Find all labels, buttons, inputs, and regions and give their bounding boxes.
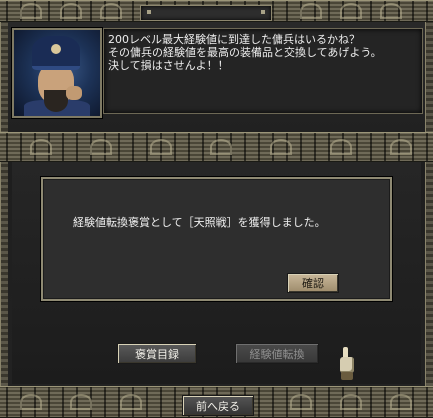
reward-list-button[interactable]: 褒賞目録 xyxy=(117,343,197,364)
npc-dialogue-box: 200レベル最大経験値に到達した傭兵はいるかね？ その傭兵の経験値を最高の装備品… xyxy=(103,28,423,114)
ornament-icon xyxy=(20,394,42,410)
portrait-hand xyxy=(66,86,82,100)
ornamental-band-middle xyxy=(0,132,433,162)
ornament-icon xyxy=(150,139,172,155)
ornament-icon xyxy=(90,139,112,155)
rivet-icon xyxy=(147,10,151,14)
ornament-icon xyxy=(380,3,402,19)
ornament-icon xyxy=(340,394,362,410)
ornament-icon xyxy=(20,3,42,19)
rivet-icon xyxy=(261,10,265,14)
hat-emblem-icon xyxy=(51,44,61,54)
npc-dialogue-text: 200レベル最大経験値に到達した傭兵はいるかね？ その傭兵の経験値を最高の装備品… xyxy=(108,33,382,72)
ornament-icon xyxy=(70,394,92,410)
ornament-icon xyxy=(340,3,362,19)
ornament-icon xyxy=(60,3,82,19)
frame-rail-right xyxy=(425,22,433,386)
ornament-icon xyxy=(30,139,52,155)
back-button[interactable]: 前へ戻る xyxy=(182,395,254,416)
reward-message: 経験値転換褒賞として［天照戦］を獲得しました。 xyxy=(73,216,326,229)
title-slot xyxy=(140,5,272,21)
ornament-icon xyxy=(300,3,322,19)
ornament-icon xyxy=(390,394,412,410)
cursor-palm xyxy=(340,357,354,373)
npc-portrait xyxy=(12,28,102,118)
portrait-beard xyxy=(44,90,68,112)
ornament-icon xyxy=(270,139,292,155)
gauntlet-cursor-icon xyxy=(336,347,358,381)
ornament-icon xyxy=(100,3,122,19)
ornament-icon xyxy=(390,139,412,155)
confirm-button[interactable]: 確認 xyxy=(287,273,339,293)
reward-dialog: 経験値転換褒賞として［天照戦］を獲得しました。 確認 xyxy=(41,177,392,301)
exp-exchange-button[interactable]: 経験値転換 xyxy=(235,343,319,364)
ornament-icon xyxy=(120,394,142,410)
frame-rail-left xyxy=(0,22,8,386)
ornament-icon xyxy=(210,139,232,155)
ornament-icon xyxy=(330,139,352,155)
ornament-icon xyxy=(290,394,312,410)
cursor-cuff xyxy=(341,372,353,380)
npc-exchange-window: 200レベル最大経験値に到達した傭兵はいるかね？ その傭兵の経験値を最高の装備品… xyxy=(0,0,433,418)
